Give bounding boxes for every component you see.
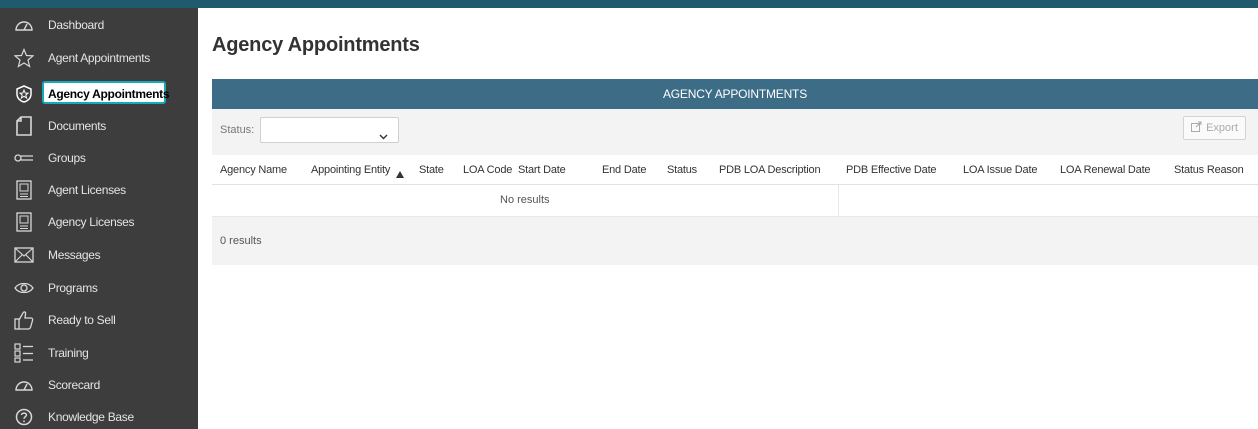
sidebar-item-dashboard[interactable]: Dashboard [0, 9, 198, 41]
chevron-down-icon [379, 127, 388, 145]
document-icon [13, 115, 35, 137]
export-label: Export [1206, 122, 1238, 134]
column-header-status[interactable]: Status [667, 164, 697, 176]
sidebar-item-label: Agency Licenses [48, 215, 135, 229]
sidebar-item-ready-to-sell[interactable]: Ready to Sell [0, 304, 198, 336]
empty-message: No results [500, 194, 550, 206]
filter-bar: Status: Export [212, 109, 1258, 155]
main-content: Agency Appointments AGENCY APPOINTMENTS … [198, 8, 1258, 429]
checklist-icon [13, 342, 35, 364]
column-header-pdb-loa-description[interactable]: PDB LOA Description [719, 164, 821, 176]
column-header-state[interactable]: State [419, 164, 444, 176]
sidebar-item-scorecard[interactable]: Scorecard [0, 369, 198, 401]
table-row: No results [212, 185, 1258, 217]
panel-header: AGENCY APPOINTMENTS [212, 79, 1258, 109]
results-count: 0 results [220, 235, 262, 247]
sidebar-item-groups[interactable]: Groups [0, 142, 198, 174]
sidebar-item-label: Dashboard [48, 18, 105, 32]
sidebar-item-agent-appointments[interactable]: Agent Appointments [0, 42, 198, 74]
sidebar-item-label: Agent Licenses [48, 183, 126, 197]
sidebar-item-label: Agent Appointments [48, 51, 151, 65]
page-title: Agency Appointments [212, 34, 420, 56]
sidebar-item-label: Messages [48, 248, 101, 262]
status-filter-select[interactable] [260, 117, 399, 143]
license-icon [13, 179, 35, 201]
column-header-loa-renewal-date[interactable]: LOA Renewal Date [1060, 164, 1151, 176]
sort-ascending-icon [396, 165, 404, 183]
sidebar-item-agent-licenses[interactable]: Agent Licenses [0, 174, 198, 206]
sidebar-item-label: Groups [48, 151, 86, 165]
shield-star-icon [13, 83, 35, 105]
eye-icon [13, 277, 35, 299]
sidebar-item-label: Ready to Sell [48, 313, 116, 327]
thumbs-up-icon [13, 309, 35, 331]
sidebar-item-label: Training [48, 346, 89, 360]
sidebar-item-label: Knowledge Base [48, 410, 134, 424]
sidebar-item-programs[interactable]: Programs [0, 272, 198, 304]
sidebar-item-knowledge-base[interactable]: Knowledge Base [0, 401, 198, 429]
column-header-agency-name[interactable]: Agency Name [220, 164, 287, 176]
envelope-icon [13, 244, 35, 266]
gauge-icon [13, 14, 35, 36]
column-header-pdb-effective-date[interactable]: PDB Effective Date [846, 164, 937, 176]
panel-title: AGENCY APPOINTMENTS [662, 87, 807, 101]
sidebar-item-training[interactable]: Training [0, 337, 198, 369]
column-header-start-date[interactable]: Start Date [518, 164, 566, 176]
star-icon [13, 47, 35, 69]
sidebar-item-agency-licenses[interactable]: Agency Licenses [0, 206, 198, 238]
column-header-loa-issue-date[interactable]: LOA Issue Date [963, 164, 1037, 176]
export-button[interactable]: Export [1183, 116, 1246, 140]
column-header-appointing-entity[interactable]: Appointing Entity [311, 164, 390, 176]
export-icon [1191, 121, 1202, 135]
column-header-end-date[interactable]: End Date [602, 164, 646, 176]
sidebar-item-label: Documents [48, 119, 106, 133]
table-footer: 0 results [212, 217, 1258, 265]
groups-icon [13, 147, 35, 169]
sidebar: Dashboard Agent Appointments Agency Appo… [0, 8, 198, 429]
sidebar-item-documents[interactable]: Documents [0, 110, 198, 142]
gauge-icon [13, 374, 35, 396]
sidebar-item-label: Agency Appointments [48, 87, 170, 101]
sidebar-item-agency-appointments[interactable]: Agency Appointments [0, 78, 198, 110]
table-header: Agency Name Appointing Entity State LOA … [212, 155, 1258, 185]
sidebar-item-messages[interactable]: Messages [0, 239, 198, 271]
top-bar [0, 0, 1258, 8]
status-filter-label: Status: [220, 124, 255, 136]
empty-cell: No results [212, 185, 839, 217]
column-header-status-reason[interactable]: Status Reason [1174, 164, 1244, 176]
column-header-loa-code[interactable]: LOA Code [463, 164, 512, 176]
sidebar-item-label: Scorecard [48, 378, 100, 392]
sidebar-item-label: Programs [48, 281, 98, 295]
question-circle-icon [13, 406, 35, 428]
license-icon [13, 211, 35, 233]
